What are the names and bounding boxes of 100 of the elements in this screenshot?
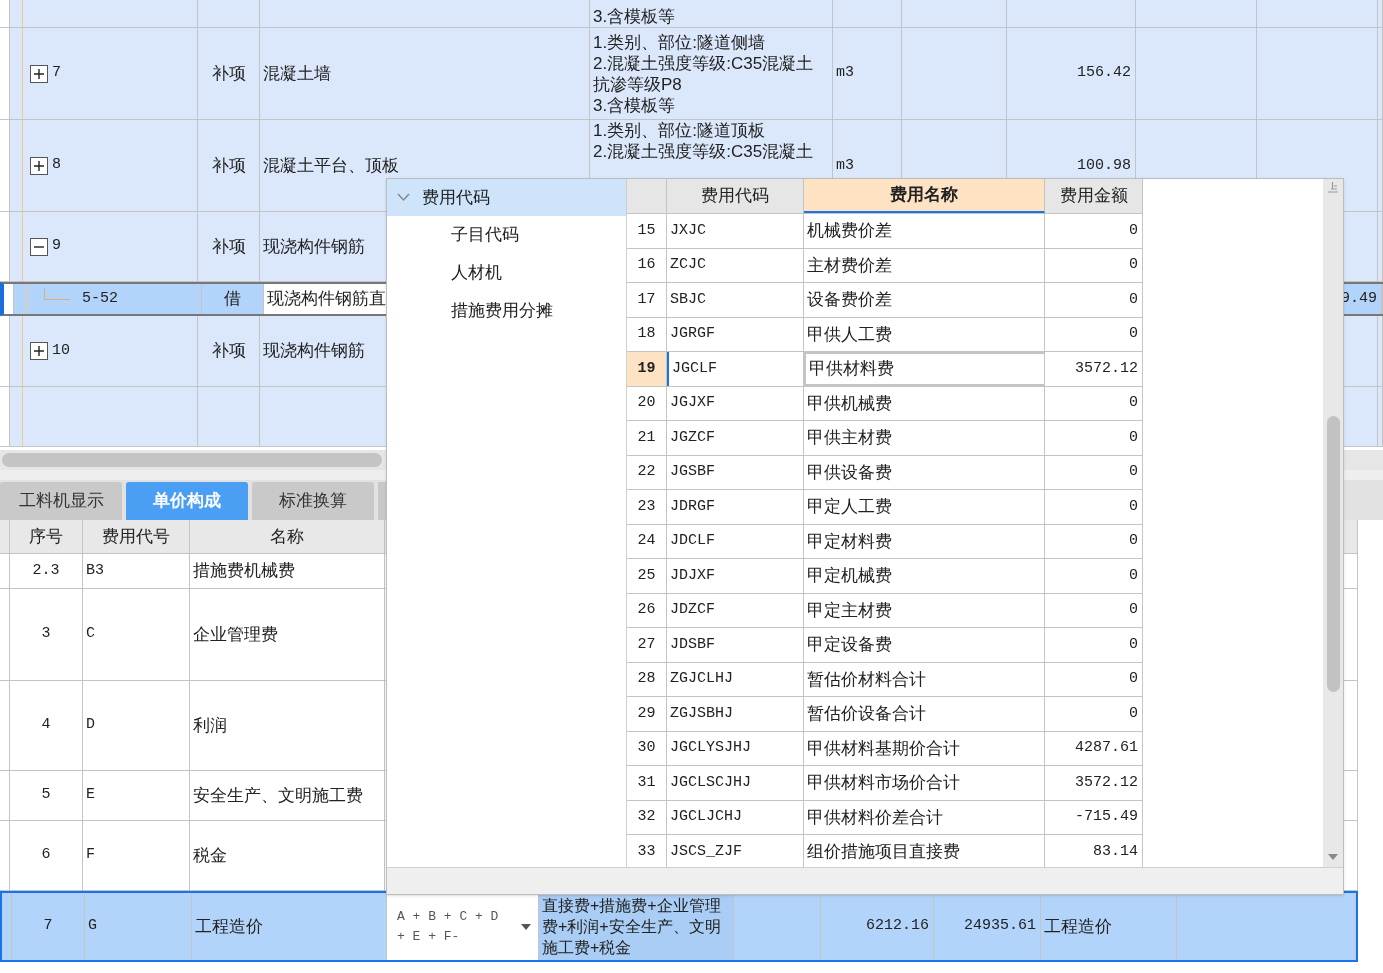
caret-down-icon[interactable] [1327, 853, 1339, 861]
row-header[interactable] [0, 212, 10, 281]
horizontal-scrollbar[interactable] [2, 453, 382, 467]
table-cell: 甲供主材费 [804, 421, 1045, 455]
table-cell: JDJXF [667, 559, 804, 593]
row-header[interactable] [4, 284, 14, 314]
table-cell-text: B3 [85, 560, 104, 581]
table-cell: 暂估价材料合计 [804, 662, 1045, 696]
row-header[interactable] [0, 387, 10, 446]
item-name: 混凝土墙 [262, 62, 331, 85]
table-cell: 0 [1045, 386, 1143, 420]
table-cell: JGJXF [667, 386, 804, 420]
table-cell: 甲定机械费 [804, 559, 1045, 593]
tree-connector [44, 288, 70, 300]
table-cell: 甲定设备费 [804, 628, 1045, 662]
table-cell: JGCLF [667, 352, 804, 386]
column-header[interactable]: 费用名称 [804, 179, 1045, 213]
row-header[interactable] [0, 0, 10, 27]
collapse-icon[interactable] [30, 237, 48, 256]
description-line: 1.类别、部位:隧道侧墙 [593, 31, 766, 53]
item-type: 补项 [211, 235, 246, 258]
item-code: 5-52 [82, 288, 118, 309]
table-cell-text: E [85, 785, 95, 806]
item-name: 现浇构件钢筋 [262, 340, 365, 363]
table-cell: 0 [1045, 662, 1143, 696]
table-cell: JDSBF [667, 628, 804, 662]
table-cell-text: 6 [41, 845, 51, 866]
row-header[interactable] [0, 120, 10, 211]
table-cell: ZGJCLHJ [667, 662, 804, 696]
table-cell: 甲供机械费 [804, 386, 1045, 420]
item-name: 混凝土平台、顶板 [262, 154, 399, 177]
table-cell: JGCLYSJHJ [667, 731, 804, 765]
table-cell: -715.49 [1045, 800, 1143, 834]
table-cell-text: 企业管理费 [192, 623, 278, 646]
table-cell: 3572.12 [1045, 352, 1143, 386]
table-cell: 0 [1045, 628, 1143, 662]
table-cell: ZGJSBHJ [667, 697, 804, 731]
tree-item[interactable]: 措施费用分摊 [387, 292, 626, 330]
table-cell: 0 [1045, 455, 1143, 489]
table-cell: 0 [1045, 283, 1143, 317]
table-cell: 甲供材料价差合计 [804, 800, 1045, 834]
table-cell: 甲供人工费 [804, 317, 1045, 351]
tab[interactable]: 标准换算 [252, 482, 374, 520]
tree-item[interactable]: 子目代码 [387, 216, 626, 254]
table-cell: 0 [1045, 421, 1143, 455]
item-type: 补项 [211, 62, 246, 85]
chevron-icon[interactable] [397, 193, 410, 202]
table-cell: JGCLSCJHJ [667, 766, 804, 800]
table-cell: ZCJC [667, 248, 804, 282]
tree-item[interactable]: 费用代码 [387, 179, 626, 216]
tab[interactable]: 工料机显示 [0, 482, 122, 520]
quantity-value: 156.42 [1077, 63, 1131, 84]
table-cell-text: 措施费机械费 [192, 560, 295, 583]
table-cell: 主材费价差 [804, 248, 1045, 282]
description-line: 抗渗等级P8 [593, 73, 683, 95]
description-line: 2.混凝土强度等级:C35混凝土 [593, 52, 814, 74]
column-header[interactable]: 费用金额 [1045, 179, 1143, 213]
table-cell-text: 安全生产、文明施工费 [192, 784, 363, 807]
item-type: 补项 [211, 340, 246, 363]
vertical-scrollbar[interactable] [1323, 179, 1343, 867]
table-cell-text: F [85, 845, 95, 866]
table-cell: 0 [1045, 490, 1143, 524]
resize-grip-icon [1326, 181, 1339, 193]
row-header[interactable] [0, 28, 10, 119]
item-type: 借 [224, 288, 241, 311]
tree-line [26, 284, 27, 314]
item-code: 8 [52, 155, 61, 176]
expand-icon[interactable] [30, 156, 48, 175]
item-code: 9 [52, 236, 61, 257]
table-cell-text: C [85, 624, 95, 645]
row-header[interactable] [0, 316, 10, 386]
table-cell-text: 利润 [192, 714, 227, 737]
table-cell: 甲定主材费 [804, 593, 1045, 627]
item-name: 现浇构件钢筋直 [266, 288, 386, 311]
row-number: 19 [627, 352, 667, 386]
table-cell: 甲定人工费 [804, 490, 1045, 524]
description-line: 3.含模板等 [593, 94, 677, 116]
table-cell: 0 [1045, 593, 1143, 627]
expand-icon[interactable] [30, 342, 48, 360]
column-header: 名称 [270, 525, 304, 548]
tree-item[interactable]: 人材机 [387, 254, 626, 292]
unit-text: m3 [835, 156, 854, 176]
item-code: 7 [52, 63, 61, 84]
table-cell: 0 [1045, 697, 1143, 731]
table-cell: 0 [1045, 317, 1143, 351]
table-cell: JDCLF [667, 524, 804, 558]
table-cell: 机械费价差 [804, 214, 1045, 248]
table-cell-text: 3 [41, 624, 51, 645]
table-cell-text: 4 [41, 715, 51, 736]
expand-icon[interactable] [30, 64, 48, 83]
table-cell: 0 [1045, 524, 1143, 558]
table-cell: 甲供材料费 [804, 352, 1045, 386]
table-cell: 暂估价设备合计 [804, 697, 1045, 731]
table-cell: JGSBF [667, 455, 804, 489]
item-code: 10 [52, 340, 70, 361]
table-cell: JDZCF [667, 593, 804, 627]
table-cell: 甲供设备费 [804, 455, 1045, 489]
table-cell: SBJC [667, 283, 804, 317]
table-cell: 0 [1045, 559, 1143, 593]
scrollbar-thumb[interactable] [1327, 416, 1340, 692]
